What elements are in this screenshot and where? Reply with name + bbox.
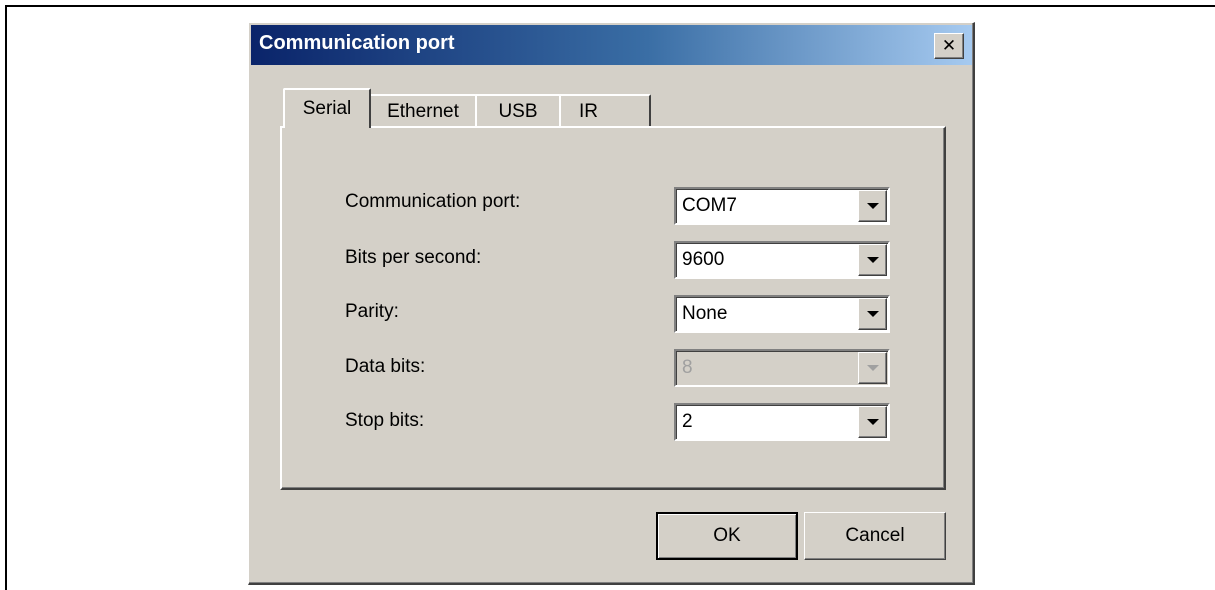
chevron-down-icon (866, 257, 879, 263)
bits-per-second-dropdown-button[interactable] (858, 244, 887, 276)
active-tab-join (285, 124, 369, 130)
close-icon: ✕ (941, 35, 957, 56)
chevron-down-icon (866, 365, 879, 371)
tab-ir[interactable]: IR (559, 94, 651, 128)
frame-border-top (5, 5, 1215, 7)
bits-per-second-value: 9600 (682, 249, 725, 270)
tab-ethernet[interactable]: Ethernet (369, 94, 477, 128)
cancel-button-label: Cancel (845, 525, 905, 546)
tab-ethernet-label: Ethernet (387, 101, 459, 122)
stop-bits-select[interactable]: 2 (674, 403, 890, 441)
chevron-down-icon (866, 419, 879, 425)
data-bits-label: Data bits: (345, 356, 426, 377)
tab-serial-label: Serial (302, 98, 352, 119)
stop-bits-label: Stop bits: (345, 410, 425, 431)
tab-usb-label: USB (498, 101, 538, 122)
bits-per-second-label: Bits per second: (345, 247, 482, 268)
tab-serial[interactable]: Serial (283, 88, 371, 128)
dialog-title: Communication port (259, 32, 455, 54)
page: Communication port ✕ Serial Ethernet USB… (0, 0, 1215, 590)
parity-select[interactable]: None (674, 295, 890, 333)
tab-ir-label: IR (579, 101, 598, 122)
chevron-down-icon (866, 311, 879, 317)
stop-bits-value: 2 (682, 411, 693, 432)
bits-per-second-select[interactable]: 9600 (674, 241, 890, 279)
communication-port-select[interactable]: COM7 (674, 187, 890, 225)
data-bits-value: 8 (682, 357, 693, 378)
communication-port-label: Communication port: (345, 191, 521, 212)
tab-usb[interactable]: USB (475, 94, 561, 128)
communication-port-dropdown-button[interactable] (858, 190, 887, 222)
data-bits-select: 8 (674, 349, 890, 387)
parity-label: Parity: (345, 301, 399, 322)
data-bits-dropdown-button (858, 352, 887, 384)
ok-button-label: OK (713, 525, 741, 546)
cancel-button[interactable]: Cancel (804, 512, 946, 560)
parity-dropdown-button[interactable] (858, 298, 887, 330)
title-bar[interactable]: Communication port ✕ (251, 25, 972, 65)
close-button[interactable]: ✕ (934, 33, 964, 59)
chevron-down-icon (866, 203, 879, 209)
parity-value: None (682, 303, 728, 324)
frame-border-left (5, 5, 7, 590)
stop-bits-dropdown-button[interactable] (858, 406, 887, 438)
communication-port-value: COM7 (682, 195, 737, 216)
ok-button[interactable]: OK (656, 512, 798, 560)
